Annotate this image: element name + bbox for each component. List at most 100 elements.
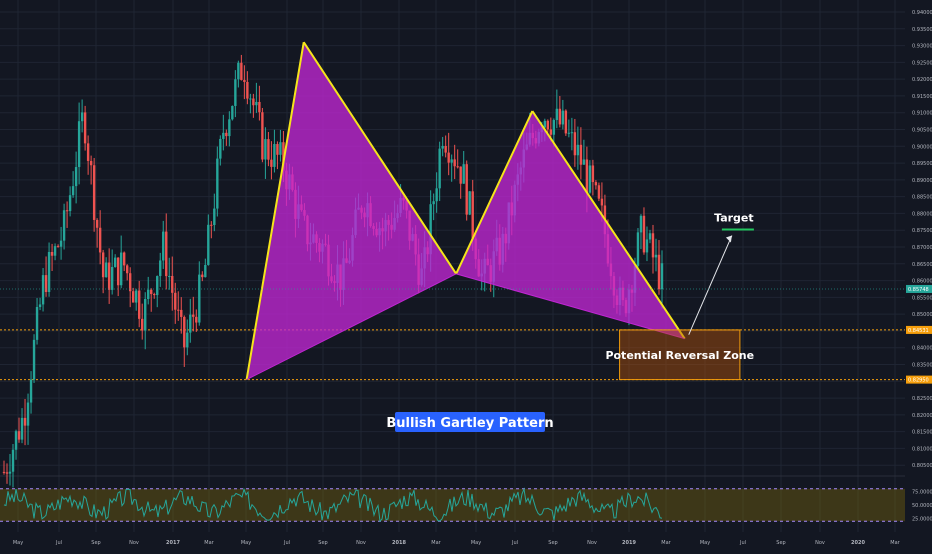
candle-body (660, 263, 664, 290)
candle-body (567, 132, 571, 134)
candle-body (435, 188, 438, 202)
candle-body (459, 166, 462, 184)
candle-body (204, 264, 207, 278)
candle-body (267, 139, 270, 160)
candle-body (89, 160, 93, 166)
price-tick-label: 0.82000 (912, 413, 932, 419)
candle-body (29, 379, 33, 403)
candle-body (270, 159, 273, 167)
reversal-zone: Potential Reversal Zone (605, 329, 754, 381)
candle-body (2, 471, 6, 473)
time-tick-label: Nov (356, 540, 366, 546)
time-tick-label: Mar (431, 540, 441, 546)
candle-body (549, 129, 553, 135)
price-tick-label: 0.87500 (912, 228, 932, 234)
candle-body (237, 62, 240, 80)
candle-body (657, 254, 661, 290)
candle-body (20, 417, 24, 440)
candle-body (116, 257, 120, 286)
candle-body (35, 306, 39, 340)
price-tick-label: 0.93000 (912, 44, 932, 50)
candle-body (573, 132, 577, 156)
candle-body (38, 304, 42, 307)
price-tick-label: 0.90500 (912, 128, 932, 134)
candle-body (453, 159, 456, 167)
time-tick-label: Nov (815, 540, 825, 546)
candle-body (648, 233, 652, 240)
price-tick-label: 0.81500 (912, 430, 932, 436)
candle-body (17, 431, 21, 440)
candle-body (576, 144, 580, 156)
candle-body (104, 262, 108, 278)
price-tick-label: 0.86000 (912, 279, 932, 285)
price-tick-label: 0.85500 (912, 295, 932, 301)
price-tick-label: 0.91500 (912, 94, 932, 100)
candle-body (110, 266, 114, 290)
candle-body (41, 275, 45, 305)
candle-body (261, 112, 264, 160)
candle-body (168, 276, 171, 278)
time-tick-label: Sep (776, 540, 785, 546)
candle-body (150, 289, 153, 295)
candle-body (225, 132, 228, 137)
price-tick-label: 0.88500 (912, 195, 932, 201)
candle-body (249, 98, 252, 100)
candle-body (59, 240, 63, 247)
time-tick-label: 2020 (851, 540, 865, 546)
candle-body (585, 159, 589, 193)
rsi-tick-label: 75.0000 (912, 490, 932, 496)
price-tick-label: 0.93500 (912, 27, 932, 33)
candle-body (195, 316, 198, 323)
time-tick-label: 2018 (392, 540, 406, 546)
level-label: 0.82950 (908, 378, 929, 384)
candle-body (122, 252, 126, 266)
price-tick-label: 0.86500 (912, 262, 932, 268)
time-tick-label: Jul (283, 540, 290, 546)
candle-body (462, 164, 465, 184)
candle-body (546, 120, 550, 130)
candle-body (71, 186, 75, 196)
time-tick-label: 2019 (622, 540, 636, 546)
time-tick-label: May (700, 540, 710, 546)
candle-body (639, 215, 643, 233)
candle-body (53, 246, 57, 256)
candle-body (213, 208, 216, 226)
candle-body (216, 158, 219, 209)
candle-body (234, 79, 237, 106)
candle-body (98, 227, 102, 253)
price-chart: Bullish Gartley Pattern Potential Revers… (0, 0, 932, 550)
candle-body (107, 262, 111, 290)
candle-body (558, 108, 562, 125)
level-label: 0.84531 (908, 328, 929, 334)
candle-body (222, 132, 225, 139)
candle-body (432, 201, 435, 205)
price-tick-label: 0.81000 (912, 446, 932, 452)
candle-body (95, 219, 99, 228)
price-tick-label: 0.92000 (912, 77, 932, 83)
price-tick-label: 0.94000 (912, 10, 932, 16)
candle-body (159, 260, 162, 277)
chart-canvas: Bullish Gartley Pattern Potential Revers… (0, 0, 932, 550)
candle-body (125, 265, 129, 274)
candle-body (579, 144, 583, 165)
rsi-tick-label: 25.0000 (912, 517, 932, 523)
time-tick-label: Jul (55, 540, 62, 546)
candle-body (597, 185, 601, 199)
time-tick-label: Sep (548, 540, 557, 546)
candle-body (228, 119, 231, 137)
price-tick-label: 0.89500 (912, 161, 932, 167)
target-label: Target (714, 212, 754, 225)
candle-body (5, 472, 9, 474)
candle-body (207, 224, 210, 265)
candle-body (138, 290, 141, 319)
candle-body (23, 417, 27, 426)
price-tick-label: 0.88000 (912, 211, 932, 217)
candle-body (465, 164, 468, 215)
candle-body (252, 98, 255, 106)
time-tick-label: 2017 (166, 540, 180, 546)
candle-body (210, 224, 213, 226)
candle-body (654, 254, 658, 258)
candle-body (113, 257, 117, 267)
candle-body (198, 274, 201, 323)
time-tick-label: Mar (890, 540, 900, 546)
